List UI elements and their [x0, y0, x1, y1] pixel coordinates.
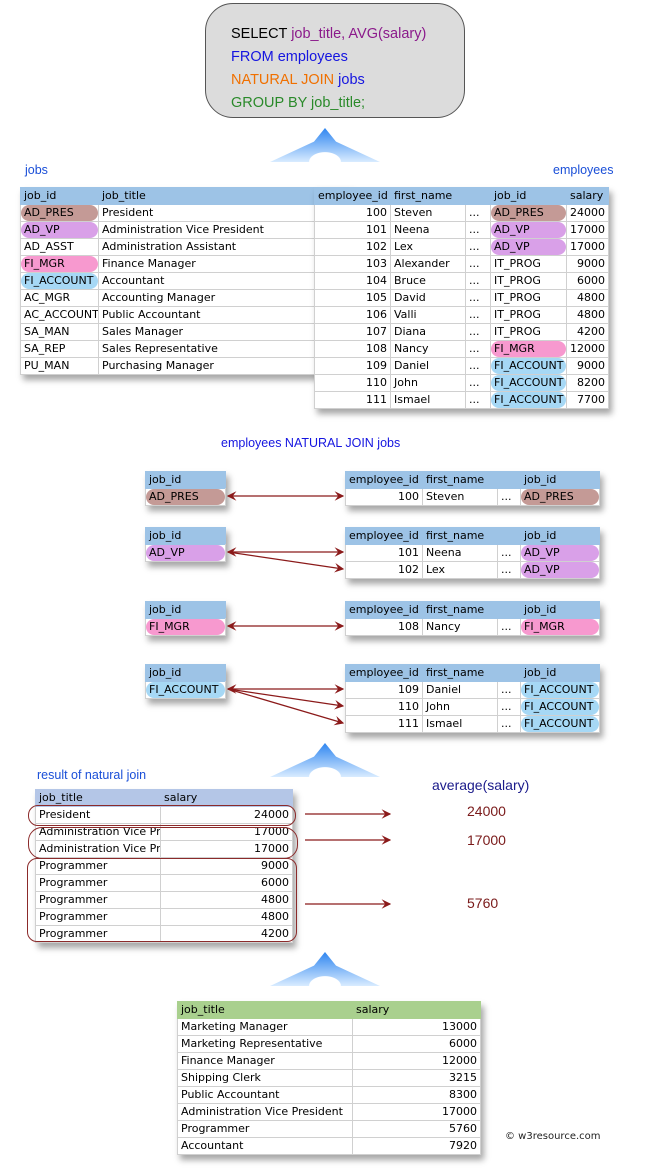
group-oval: [27, 858, 297, 942]
group-oval: [28, 805, 296, 826]
group-oval: [28, 827, 298, 859]
join-arrow: [227, 688, 345, 710]
arrows-layer: [226, 491, 392, 909]
join-arrow: [227, 551, 345, 573]
join-arrow: [227, 688, 345, 726]
